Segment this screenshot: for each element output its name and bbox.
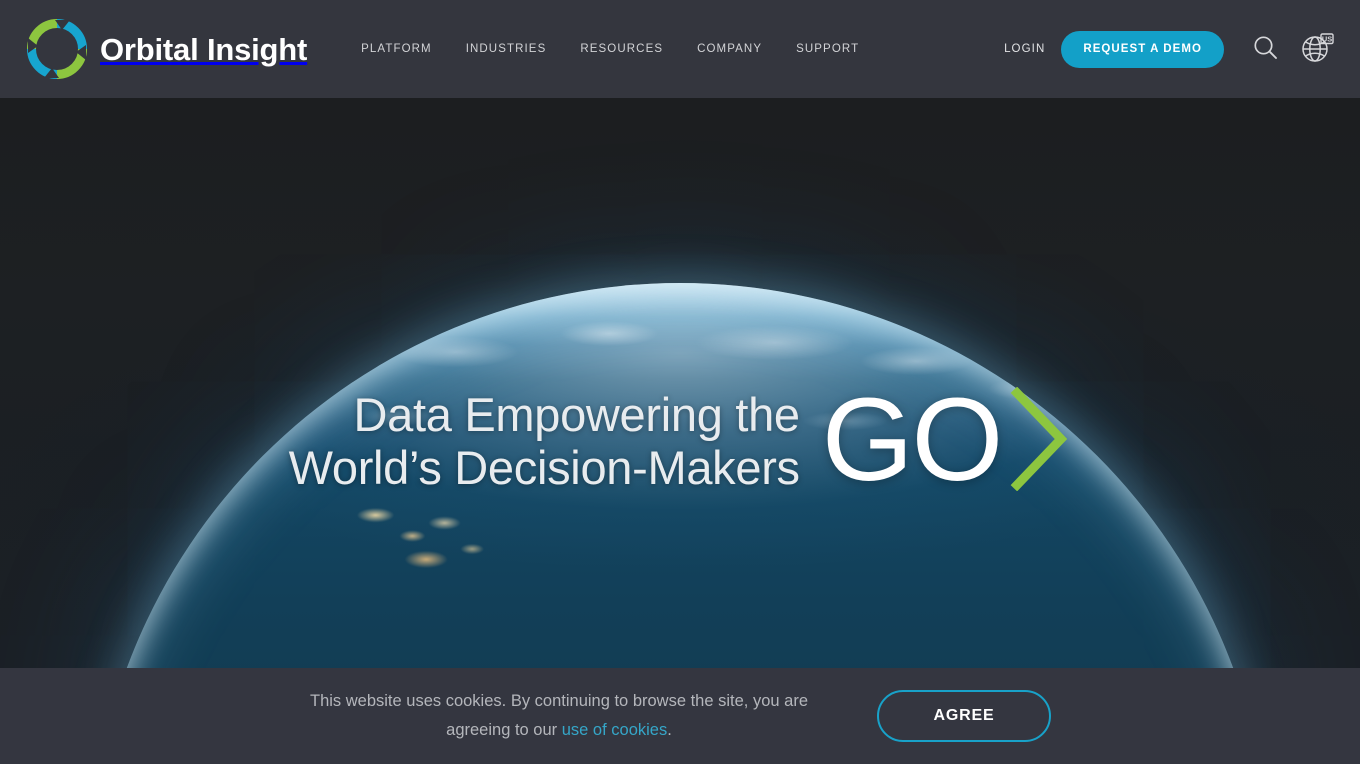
logo-home-link[interactable]: Orbital Insight: [26, 18, 307, 80]
go-label: GO: [821, 374, 1004, 507]
globe-icon: US: [1300, 32, 1334, 67]
search-icon: [1252, 34, 1279, 64]
cookie-policy-link[interactable]: use of cookies: [562, 721, 667, 739]
cookie-consent-banner: This website uses cookies. By continuing…: [0, 668, 1360, 764]
nav-item-resources[interactable]: RESOURCES: [578, 37, 665, 61]
logo-wordmark: Orbital Insight: [100, 34, 307, 65]
logo-word-insight: Insight: [206, 31, 308, 67]
language-selector-button[interactable]: US: [1294, 26, 1340, 72]
nav-item-company[interactable]: COMPANY: [695, 37, 764, 61]
hero-headline-line-1: Data Empowering the: [353, 387, 801, 441]
nav-item-support[interactable]: SUPPORT: [794, 37, 861, 61]
hero-headline: Data Empowering the World’s Decision-Mak…: [289, 388, 800, 494]
cookie-message-suffix: .: [667, 721, 672, 739]
search-button[interactable]: [1242, 26, 1288, 72]
chevron-right-icon: [1009, 386, 1071, 496]
go-cta-link[interactable]: GO: [821, 374, 1072, 507]
nav-item-industries[interactable]: INDUSTRIES: [464, 37, 549, 61]
hero-section: Data Empowering the World’s Decision-Mak…: [0, 98, 1360, 668]
nav-item-platform[interactable]: PLATFORM: [359, 37, 434, 61]
header-actions: LOGIN REQUEST A DEMO US: [1004, 26, 1340, 72]
site-header: Orbital Insight PLATFORM INDUSTRIES RESO…: [0, 0, 1360, 98]
hero-headline-line-2: World’s Decision-Makers: [288, 441, 800, 494]
login-link[interactable]: LOGIN: [1004, 43, 1045, 55]
request-demo-button[interactable]: REQUEST A DEMO: [1061, 30, 1224, 68]
main-navigation: PLATFORM INDUSTRIES RESOURCES COMPANY SU…: [359, 37, 861, 61]
cookie-message: This website uses cookies. By continuing…: [309, 687, 809, 746]
language-code-label: US: [1322, 34, 1332, 43]
cookie-message-text: This website uses cookies. By continuing…: [309, 691, 808, 739]
orbital-ring-logo-icon: [26, 18, 88, 80]
cookie-agree-button[interactable]: AGREE: [877, 690, 1051, 742]
logo-word-orbital: Orbital: [100, 31, 199, 67]
hero-content: Data Empowering the World’s Decision-Mak…: [0, 98, 1360, 668]
